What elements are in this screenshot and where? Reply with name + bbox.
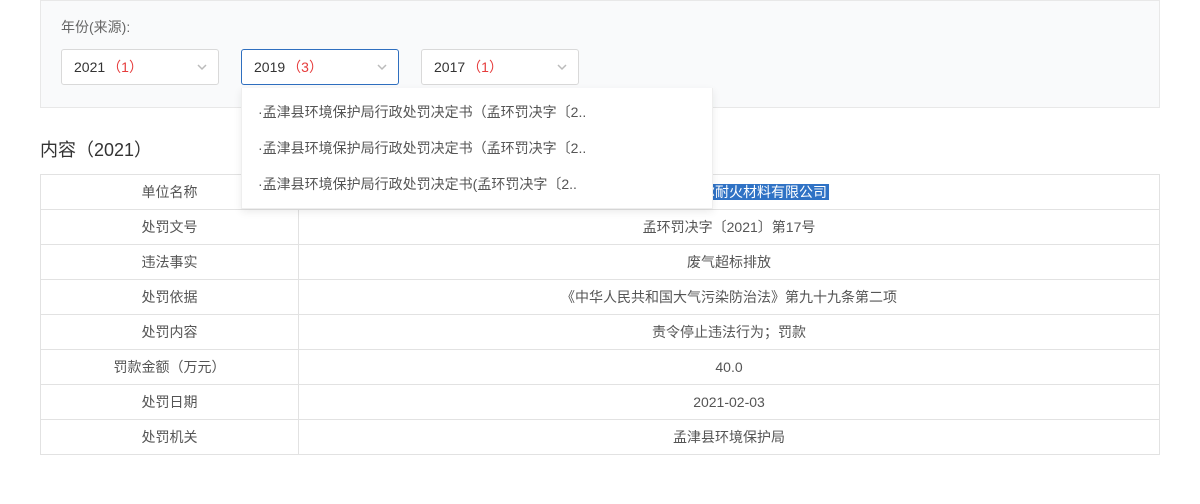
chevron-down-icon [556,61,568,73]
row-label: 处罚日期 [41,385,299,420]
dropdown-row: 2021 （1） 2019 （3） ·孟津县环境保护局行政处罚决定书（孟环罚决字… [61,49,1139,85]
chevron-down-icon [376,61,388,73]
dropdown-menu-item[interactable]: ·孟津县环境保护局行政处罚决定书（孟环罚决字〔2.. [242,94,712,130]
row-label: 处罚机关 [41,420,299,455]
year-count: （1） [467,57,503,77]
year-dropdown-2017[interactable]: 2017 （1） [421,49,579,85]
year-dropdown-menu: ·孟津县环境保护局行政处罚决定书（孟环罚决字〔2.. ·孟津县环境保护局行政处罚… [241,88,713,209]
row-value: 《中华人民共和国大气污染防治法》第九十九条第二项 [299,280,1160,315]
year-filter-panel: 年份(来源): 2021 （1） 2019 （3） ·孟津县环境保护局行政处罚决… [40,0,1160,108]
chevron-down-icon [196,61,208,73]
table-row: 处罚文号孟环罚决字〔2021〕第17号 [41,210,1160,245]
table-row: 罚款金额（万元）40.0 [41,350,1160,385]
dropdown-menu-item[interactable]: ·孟津县环境保护局行政处罚决定书（孟环罚决字〔2.. [242,130,712,166]
row-label: 处罚依据 [41,280,299,315]
row-value: 孟津县环境保护局 [299,420,1160,455]
row-label: 违法事实 [41,245,299,280]
table-row: 违法事实废气超标排放 [41,245,1160,280]
year-text: 2019 [254,59,285,75]
row-value: 责令停止违法行为；罚款 [299,315,1160,350]
year-text: 2021 [74,59,105,75]
table-row: 处罚内容责令停止违法行为；罚款 [41,315,1160,350]
year-dropdown-2021[interactable]: 2021 （1） [61,49,219,85]
penalty-table: 单位名称洛阳洛耐菲尔耐火材料有限公司处罚文号孟环罚决字〔2021〕第17号违法事… [40,174,1160,455]
table-row: 处罚依据《中华人民共和国大气污染防治法》第九十九条第二项 [41,280,1160,315]
table-row: 处罚日期2021-02-03 [41,385,1160,420]
table-row: 处罚机关孟津县环境保护局 [41,420,1160,455]
row-label: 处罚内容 [41,315,299,350]
row-value: 40.0 [299,350,1160,385]
row-label: 处罚文号 [41,210,299,245]
year-count: （1） [107,57,143,77]
row-label: 罚款金额（万元） [41,350,299,385]
year-count: （3） [287,57,323,77]
row-value: 孟环罚决字〔2021〕第17号 [299,210,1160,245]
dropdown-menu-item[interactable]: ·孟津县环境保护局行政处罚决定书(孟环罚决字〔2.. [242,166,712,202]
row-value: 废气超标排放 [299,245,1160,280]
filter-label: 年份(来源): [61,17,1139,37]
year-text: 2017 [434,59,465,75]
row-value: 2021-02-03 [299,385,1160,420]
year-dropdown-2019[interactable]: 2019 （3） ·孟津县环境保护局行政处罚决定书（孟环罚决字〔2.. ·孟津县… [241,49,399,85]
